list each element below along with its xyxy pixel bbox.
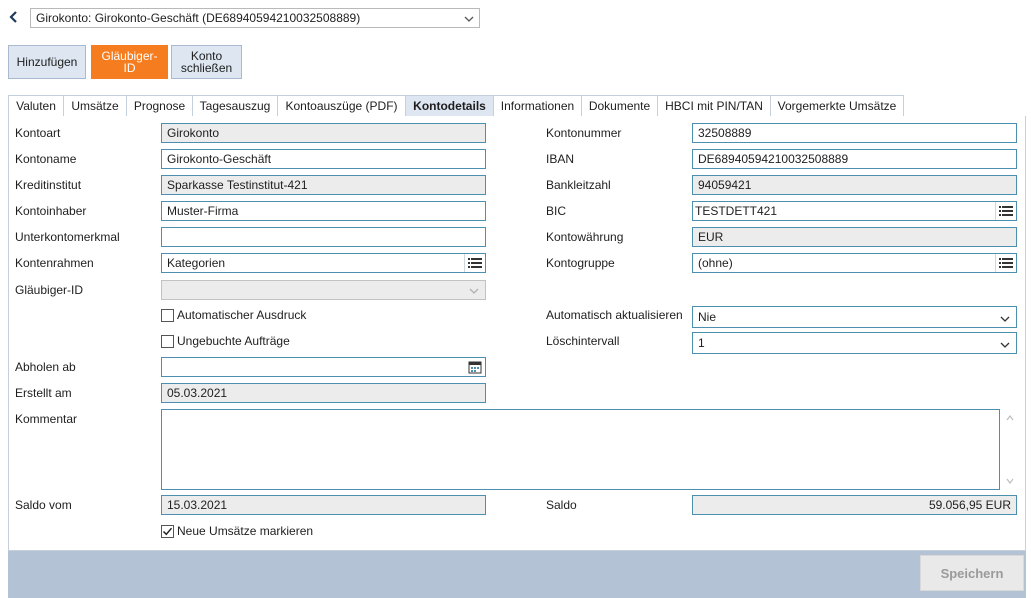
- scroll-down-icon[interactable]: [1005, 477, 1015, 485]
- tab-label: Kontodetails: [413, 99, 486, 113]
- unterkontomerkmal-field[interactable]: [161, 227, 486, 247]
- saldo-vom-label: Saldo vom: [15, 498, 72, 512]
- tab-dokumente[interactable]: Dokumente: [581, 95, 657, 117]
- kontogruppe-value: (ohne): [698, 256, 733, 270]
- creditor-id-label-line2: ID: [123, 61, 136, 75]
- kontoart-field: Girokonto: [161, 123, 486, 143]
- account-select[interactable]: Girokonto: Girokonto-Geschäft (DE6894059…: [30, 8, 480, 28]
- kontowaehrung-label: Kontowährung: [546, 230, 624, 244]
- bankleitzahl-label: Bankleitzahl: [546, 178, 611, 192]
- list-icon[interactable]: [995, 202, 1016, 220]
- calendar-icon[interactable]: [465, 358, 485, 376]
- back-icon[interactable]: [6, 9, 22, 25]
- kontonummer-label: Kontonummer: [546, 126, 622, 140]
- saldo-field: 59.056,95 EUR: [692, 495, 1017, 515]
- kommentar-textarea[interactable]: [161, 409, 1000, 490]
- close-account-label-line2: schließen: [180, 61, 233, 75]
- tab-label: Vorgemerkte Umsätze: [777, 99, 897, 113]
- footer-bar: [8, 551, 1026, 598]
- creditor-id-button[interactable]: Gläubiger- ID: [91, 45, 168, 79]
- kommentar-label: Kommentar: [15, 412, 78, 426]
- tab-prognose[interactable]: Prognose: [126, 95, 192, 117]
- bankleitzahl-field: 94059421: [692, 175, 1017, 195]
- kontogruppe-label: Kontogruppe: [546, 256, 615, 270]
- mark-new-label: Neue Umsätze markieren: [177, 524, 314, 538]
- auto-print-label: Automatischer Ausdruck: [177, 308, 307, 322]
- kontoname-label: Kontoname: [15, 152, 77, 166]
- chevron-down-icon: [468, 284, 480, 296]
- bic-field[interactable]: TESTDETT421: [692, 201, 1017, 221]
- auto-update-value: Nie: [698, 310, 717, 324]
- bic-label: BIC: [546, 204, 567, 218]
- kontogruppe-field[interactable]: (ohne): [692, 253, 1017, 273]
- abholen-ab-label: Abholen ab: [15, 360, 76, 374]
- unterkontomerkmal-label: Unterkontomerkmal: [15, 230, 120, 244]
- tab-label: Prognose: [133, 99, 186, 113]
- glaeubiger-id-label: Gläubiger-ID: [15, 283, 84, 297]
- list-icon[interactable]: [464, 254, 485, 272]
- kreditinstitut-field: Sparkasse Testinstitut-421: [161, 175, 486, 195]
- saldo-label: Saldo: [546, 498, 577, 512]
- saldo-vom-field: 15.03.2021: [161, 495, 486, 515]
- add-button[interactable]: Hinzufügen: [8, 45, 86, 79]
- tab-tagesauszug[interactable]: Tagesauszug: [192, 95, 277, 117]
- kontowaehrung-field: EUR: [692, 227, 1017, 247]
- loeschintervall-select[interactable]: 1: [692, 332, 1017, 354]
- bic-value: TESTDETT421: [695, 204, 778, 218]
- unbooked-orders-checkbox[interactable]: [161, 335, 174, 348]
- kontoname-field[interactable]: Girokonto-Geschäft: [161, 149, 486, 169]
- tab-valuten[interactable]: Valuten: [8, 95, 63, 117]
- tab-label: Tagesauszug: [199, 99, 271, 113]
- kontonummer-field[interactable]: 32508889: [692, 123, 1017, 143]
- chevron-down-icon: [999, 337, 1011, 349]
- abholen-ab-field[interactable]: [161, 357, 486, 377]
- tab-label: Dokumente: [588, 99, 651, 113]
- chevron-down-icon: [999, 311, 1011, 323]
- close-account-button[interactable]: Konto schließen: [171, 45, 242, 79]
- checkmark-icon: [162, 527, 173, 536]
- tab-vorgemerkte-umsaetze[interactable]: Vorgemerkte Umsätze: [770, 95, 904, 117]
- unbooked-orders-label: Ungebuchte Aufträge: [177, 334, 290, 348]
- tab-label: Umsätze: [71, 99, 119, 113]
- tab-umsaetze[interactable]: Umsätze: [63, 95, 126, 117]
- scroll-up-icon[interactable]: [1005, 414, 1015, 422]
- list-icon[interactable]: [995, 254, 1016, 272]
- loeschintervall-value: 1: [698, 336, 705, 350]
- kontoinhaber-field[interactable]: Muster-Firma: [161, 201, 486, 221]
- account-select-value: Girokonto: Girokonto-Geschäft (DE6894059…: [36, 11, 361, 25]
- tab-label: Kontoauszüge (PDF): [285, 99, 398, 113]
- tab-informationen[interactable]: Informationen: [493, 95, 581, 117]
- save-button[interactable]: Speichern: [920, 555, 1024, 591]
- erstellt-am-field: 05.03.2021: [161, 383, 486, 403]
- mark-new-checkbox[interactable]: [161, 525, 174, 538]
- auto-update-label: Automatisch aktualisieren: [546, 308, 683, 322]
- loeschintervall-label: Löschintervall: [546, 334, 620, 348]
- erstellt-am-label: Erstellt am: [15, 386, 72, 400]
- kontoinhaber-label: Kontoinhaber: [15, 204, 87, 218]
- add-button-label: Hinzufügen: [16, 55, 78, 69]
- tab-label: Informationen: [500, 99, 575, 113]
- kontenrahmen-label: Kontenrahmen: [15, 256, 94, 270]
- iban-label: IBAN: [546, 152, 575, 166]
- kreditinstitut-label: Kreditinstitut: [15, 178, 82, 192]
- tab-label: HBCI mit PIN/TAN: [665, 99, 763, 113]
- kontenrahmen-value: Kategorien: [167, 256, 226, 270]
- iban-field[interactable]: DE68940594210032508889: [692, 149, 1017, 169]
- auto-update-select[interactable]: Nie: [692, 306, 1017, 328]
- kontoart-label: Kontoart: [15, 126, 61, 140]
- tab-hbci[interactable]: HBCI mit PIN/TAN: [657, 95, 770, 117]
- tab-kontoauszuege[interactable]: Kontoauszüge (PDF): [277, 95, 405, 117]
- tab-kontodetails[interactable]: Kontodetails: [405, 95, 493, 117]
- kontenrahmen-field[interactable]: Kategorien: [161, 253, 486, 273]
- glaeubiger-id-select: [161, 280, 486, 300]
- tab-label: Valuten: [16, 99, 56, 113]
- auto-print-checkbox[interactable]: [161, 309, 174, 322]
- kommentar-scrollbar[interactable]: [1002, 409, 1018, 490]
- save-button-label: Speichern: [940, 565, 1004, 581]
- chevron-down-icon: [464, 12, 474, 24]
